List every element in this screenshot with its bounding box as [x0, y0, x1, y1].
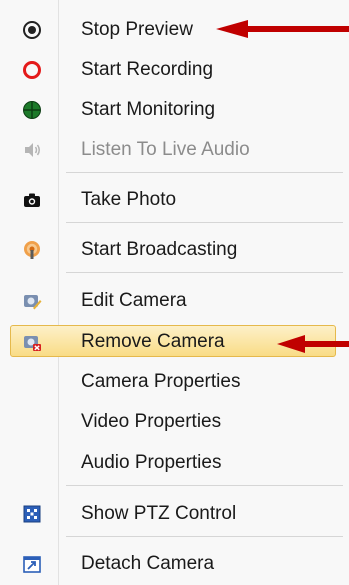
monitor-globe-icon: [22, 100, 42, 120]
menu-item-take-photo[interactable]: Take Photo: [0, 183, 349, 217]
menu-item-detach-camera[interactable]: Detach Camera: [0, 547, 349, 581]
menu-item-listen-live-audio[interactable]: Listen To Live Audio: [0, 133, 349, 167]
annotation-arrow-stop-preview: [216, 20, 349, 38]
menu-separator: [66, 536, 343, 537]
menu-item-label: Start Recording: [81, 59, 214, 80]
camera-icon: [22, 190, 42, 210]
menu-item-label: Listen To Live Audio: [81, 139, 250, 160]
menu-separator: [66, 222, 343, 223]
menu-item-label: Stop Preview: [81, 19, 193, 40]
menu-item-label: Show PTZ Control: [81, 503, 237, 524]
menu-separator: [66, 485, 343, 486]
broadcast-icon: [22, 240, 42, 260]
menu-separator: [66, 172, 343, 173]
menu-item-label: Audio Properties: [81, 452, 222, 473]
speaker-icon: [22, 140, 42, 160]
menu-item-video-properties[interactable]: Video Properties: [0, 405, 349, 439]
menu-item-label: Take Photo: [81, 189, 177, 210]
menu-item-show-ptz-control[interactable]: Show PTZ Control: [0, 497, 349, 531]
menu-item-edit-camera[interactable]: Edit Camera: [0, 284, 349, 318]
menu-item-start-recording[interactable]: Start Recording: [0, 53, 349, 87]
menu-item-camera-properties[interactable]: Camera Properties: [0, 365, 349, 399]
menu-item-label: Remove Camera: [81, 331, 225, 352]
remove-camera-icon: [22, 332, 42, 352]
menu-item-label: Edit Camera: [81, 290, 187, 311]
context-menu: Stop Preview Start Recording Start Monit…: [0, 0, 349, 585]
edit-camera-icon: [22, 291, 42, 311]
menu-separator: [66, 272, 343, 273]
menu-item-label: Video Properties: [81, 411, 222, 432]
record-ring-icon: [22, 60, 42, 80]
annotation-arrow-remove-camera: [277, 335, 349, 353]
menu-item-label: Detach Camera: [81, 553, 215, 574]
menu-item-label: Start Monitoring: [81, 99, 216, 120]
ptz-grid-icon: [22, 504, 42, 524]
menu-item-audio-properties[interactable]: Audio Properties: [0, 446, 349, 480]
menu-item-start-broadcasting[interactable]: Start Broadcasting: [0, 233, 349, 267]
stop-preview-icon: [22, 20, 42, 40]
menu-item-label: Camera Properties: [81, 371, 241, 392]
menu-item-label: Start Broadcasting: [81, 239, 238, 260]
menu-item-start-monitoring[interactable]: Start Monitoring: [0, 93, 349, 127]
detach-window-icon: [22, 554, 42, 574]
